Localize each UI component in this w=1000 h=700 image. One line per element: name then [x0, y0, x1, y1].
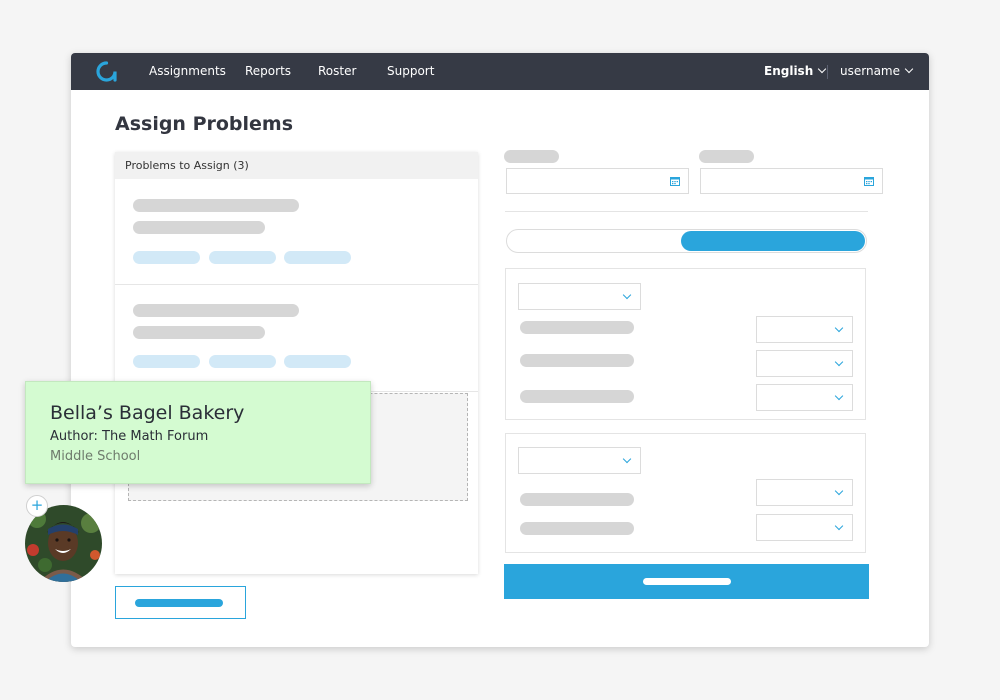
language-dropdown[interactable]: English [764, 53, 827, 90]
placeholder-tag [209, 251, 276, 264]
group-select[interactable] [518, 283, 641, 310]
nav-assignments[interactable]: Assignments [149, 53, 226, 90]
username-label: username [840, 64, 900, 78]
chevron-down-icon [622, 290, 632, 300]
chevron-down-icon [818, 64, 827, 74]
setting-label-placeholder [520, 354, 634, 367]
app-logo[interactable] [96, 61, 117, 82]
top-navbar: Assignments Reports Roster Support Engli… [71, 53, 929, 90]
user-menu[interactable]: username [840, 53, 914, 90]
problem-level: Middle School [50, 449, 141, 464]
chevron-down-icon [622, 454, 632, 464]
app-window: Assignments Reports Roster Support Engli… [71, 53, 929, 647]
button-label-placeholder [135, 599, 223, 607]
assignment-type-toggle[interactable] [506, 229, 867, 253]
setting-label-placeholder [520, 321, 634, 334]
setting-select[interactable] [756, 350, 853, 377]
section-divider [505, 211, 868, 212]
nav-roster[interactable]: Roster [318, 53, 356, 90]
due-date-input[interactable] [700, 168, 883, 194]
chevron-down-icon [904, 64, 914, 74]
dragged-problem-card[interactable]: Bella’s Bagel Bakery Author: The Math Fo… [25, 381, 371, 484]
placeholder-tag [133, 251, 200, 264]
nav-support[interactable]: Support [387, 53, 434, 90]
setting-label-placeholder [520, 493, 634, 506]
setting-select[interactable] [756, 479, 853, 506]
start-date-label-placeholder [504, 150, 559, 163]
nav-reports[interactable]: Reports [245, 53, 291, 90]
chevron-down-icon [834, 357, 844, 367]
settings-group [505, 433, 866, 553]
placeholder-subtitle [133, 326, 265, 339]
placeholder-title [133, 304, 299, 317]
secondary-button[interactable] [115, 586, 246, 619]
problem-card[interactable] [115, 179, 478, 285]
settings-group [505, 268, 866, 420]
setting-select[interactable] [756, 384, 853, 411]
calendar-icon[interactable] [670, 176, 680, 186]
due-date-label-placeholder [699, 150, 754, 163]
chevron-down-icon [834, 486, 844, 496]
group-select[interactable] [518, 447, 641, 474]
problem-card[interactable] [115, 286, 478, 392]
plus-icon[interactable]: + [26, 495, 48, 517]
problems-panel: Problems to Assign (3) [115, 152, 478, 574]
language-label: English [764, 64, 814, 78]
button-label-placeholder [643, 578, 731, 585]
chevron-down-icon [834, 521, 844, 531]
chevron-down-icon [834, 323, 844, 333]
calendar-icon[interactable] [864, 176, 874, 186]
chevron-down-icon [834, 391, 844, 401]
placeholder-tag [284, 355, 351, 368]
placeholder-subtitle [133, 221, 265, 234]
nav-divider [827, 65, 828, 79]
problems-panel-header: Problems to Assign (3) [115, 152, 478, 179]
setting-select[interactable] [756, 514, 853, 541]
placeholder-title [133, 199, 299, 212]
setting-label-placeholder [520, 390, 634, 403]
setting-select[interactable] [756, 316, 853, 343]
toggle-active-segment[interactable] [681, 231, 865, 251]
placeholder-tag [209, 355, 276, 368]
placeholder-tag [133, 355, 200, 368]
start-date-input[interactable] [506, 168, 689, 194]
problem-title: Bella’s Bagel Bakery [50, 402, 245, 424]
placeholder-tag [284, 251, 351, 264]
page-title: Assign Problems [115, 113, 294, 135]
assign-button[interactable] [504, 564, 869, 599]
setting-label-placeholder [520, 522, 634, 535]
problem-author: Author: The Math Forum [50, 429, 209, 444]
